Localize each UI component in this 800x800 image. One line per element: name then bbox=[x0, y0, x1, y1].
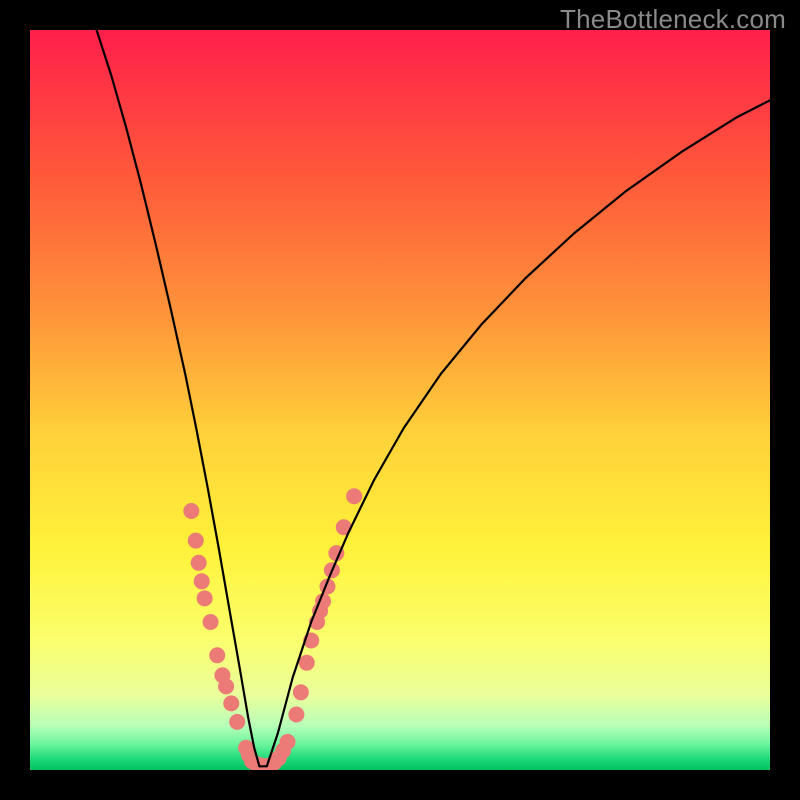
scatter-point bbox=[288, 707, 304, 723]
scatter-point bbox=[223, 695, 239, 711]
scatter-point bbox=[299, 655, 315, 671]
scatter-point bbox=[191, 555, 207, 571]
scatter-point bbox=[209, 647, 225, 663]
scatter-point bbox=[346, 488, 362, 504]
scatter-point bbox=[229, 714, 245, 730]
scatter-point bbox=[197, 590, 213, 606]
scatter-point bbox=[293, 684, 309, 700]
plot-area bbox=[30, 30, 770, 770]
watermark-text: TheBottleneck.com bbox=[560, 4, 786, 35]
scatter-points bbox=[183, 488, 362, 770]
chart-frame: TheBottleneck.com bbox=[0, 0, 800, 800]
scatter-point bbox=[183, 503, 199, 519]
scatter-point bbox=[280, 734, 296, 750]
scatter-point bbox=[194, 573, 210, 589]
bottleneck-curve bbox=[97, 30, 770, 766]
scatter-point bbox=[203, 614, 219, 630]
scatter-point bbox=[218, 678, 234, 694]
scatter-point bbox=[188, 533, 204, 549]
curve-layer bbox=[30, 30, 770, 770]
